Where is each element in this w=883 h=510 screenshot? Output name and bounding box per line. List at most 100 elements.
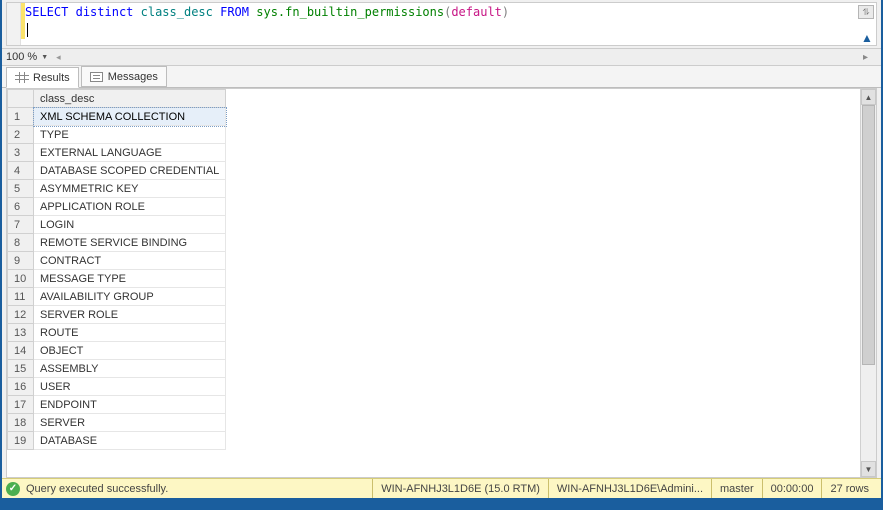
results-panel: class_desc 1XML SCHEMA COLLECTION2TYPE3E… — [6, 88, 877, 478]
cell-class-desc[interactable]: XML SCHEMA COLLECTION — [34, 108, 226, 126]
row-number[interactable]: 2 — [8, 126, 34, 144]
cell-class-desc[interactable]: SERVER ROLE — [34, 306, 226, 324]
table-row[interactable]: 13ROUTE — [8, 324, 226, 342]
table-row[interactable]: 2TYPE — [8, 126, 226, 144]
cell-class-desc[interactable]: ASSEMBLY — [34, 360, 226, 378]
table-row[interactable]: 9CONTRACT — [8, 252, 226, 270]
status-login: WIN-AFNHJ3L1D6E\Admini... — [548, 479, 711, 499]
vertical-scrollbar[interactable]: ▲ ▼ — [860, 89, 876, 477]
row-number[interactable]: 19 — [8, 432, 34, 450]
kw-distinct: distinct — [76, 5, 134, 19]
table-row[interactable]: 8REMOTE SERVICE BINDING — [8, 234, 226, 252]
table-row[interactable]: 11AVAILABILITY GROUP — [8, 288, 226, 306]
change-marker — [21, 3, 25, 39]
zoom-bar: 100 % ▼ ◂ ▸ — [2, 48, 881, 66]
success-icon: ✓ — [6, 482, 20, 496]
cell-class-desc[interactable]: ASYMMETRIC KEY — [34, 180, 226, 198]
table-row[interactable]: 10MESSAGE TYPE — [8, 270, 226, 288]
table-row[interactable]: 1XML SCHEMA COLLECTION — [8, 108, 226, 126]
kw-default: default — [451, 5, 502, 19]
zoom-value: 100 % — [6, 51, 37, 63]
tab-results-label: Results — [33, 72, 70, 84]
tab-messages-label: Messages — [108, 71, 158, 83]
table-row[interactable]: 15ASSEMBLY — [8, 360, 226, 378]
row-number[interactable]: 16 — [8, 378, 34, 396]
table-row[interactable]: 5ASYMMETRIC KEY — [8, 180, 226, 198]
status-rows: 27 rows — [821, 479, 877, 499]
cell-class-desc[interactable]: SERVER — [34, 414, 226, 432]
cell-class-desc[interactable]: USER — [34, 378, 226, 396]
row-number[interactable]: 17 — [8, 396, 34, 414]
table-row[interactable]: 14OBJECT — [8, 342, 226, 360]
results-grid[interactable]: class_desc 1XML SCHEMA COLLECTION2TYPE3E… — [7, 89, 226, 450]
fn-name: sys.fn_builtin_permissions — [256, 5, 444, 19]
row-number[interactable]: 8 — [8, 234, 34, 252]
row-number[interactable]: 11 — [8, 288, 34, 306]
row-number[interactable]: 3 — [8, 144, 34, 162]
row-number[interactable]: 4 — [8, 162, 34, 180]
row-number[interactable]: 15 — [8, 360, 34, 378]
table-row[interactable]: 6APPLICATION ROLE — [8, 198, 226, 216]
row-number[interactable]: 6 — [8, 198, 34, 216]
table-row[interactable]: 19DATABASE — [8, 432, 226, 450]
nav-arrows-icon[interactable]: ▲ — [860, 31, 874, 45]
cell-class-desc[interactable]: CONTRACT — [34, 252, 226, 270]
cell-class-desc[interactable]: MESSAGE TYPE — [34, 270, 226, 288]
grid-corner[interactable] — [8, 90, 34, 108]
cell-class-desc[interactable]: ENDPOINT — [34, 396, 226, 414]
split-button[interactable]: ⥮ — [858, 5, 874, 19]
hscroll-right-icon[interactable]: ▸ — [863, 52, 875, 64]
result-tabs: Results Messages — [2, 66, 881, 88]
scroll-down-button[interactable]: ▼ — [861, 461, 876, 477]
tab-results[interactable]: Results — [6, 67, 79, 88]
zoom-dropdown[interactable]: 100 % ▼ — [6, 51, 48, 63]
chevron-down-icon: ▼ — [41, 54, 48, 61]
kw-select: SELECT — [25, 5, 68, 19]
messages-icon — [90, 71, 104, 83]
cell-class-desc[interactable]: DATABASE SCOPED CREDENTIAL — [34, 162, 226, 180]
cell-class-desc[interactable]: ROUTE — [34, 324, 226, 342]
scroll-up-button[interactable]: ▲ — [861, 89, 876, 105]
split-icon: ⥮ — [863, 7, 870, 18]
cell-class-desc[interactable]: APPLICATION ROLE — [34, 198, 226, 216]
tab-messages[interactable]: Messages — [81, 66, 167, 87]
cell-class-desc[interactable]: REMOTE SERVICE BINDING — [34, 234, 226, 252]
status-message: Query executed successfully. — [26, 483, 168, 495]
sql-editor[interactable]: SELECT distinct class_desc FROM sys.fn_b… — [6, 2, 877, 46]
cell-class-desc[interactable]: EXTERNAL LANGUAGE — [34, 144, 226, 162]
grid-icon — [15, 72, 29, 84]
editor-line-1[interactable]: SELECT distinct class_desc FROM sys.fn_b… — [7, 3, 876, 21]
table-row[interactable]: 12SERVER ROLE — [8, 306, 226, 324]
row-number[interactable]: 9 — [8, 252, 34, 270]
status-database: master — [711, 479, 762, 499]
text-cursor — [27, 23, 28, 37]
row-number[interactable]: 7 — [8, 216, 34, 234]
cell-class-desc[interactable]: AVAILABILITY GROUP — [34, 288, 226, 306]
cell-class-desc[interactable]: LOGIN — [34, 216, 226, 234]
kw-from: FROM — [220, 5, 249, 19]
table-row[interactable]: 7LOGIN — [8, 216, 226, 234]
row-number[interactable]: 14 — [8, 342, 34, 360]
status-server: WIN-AFNHJ3L1D6E (15.0 RTM) — [372, 479, 548, 499]
cell-class-desc[interactable]: DATABASE — [34, 432, 226, 450]
row-number[interactable]: 5 — [8, 180, 34, 198]
scroll-thumb[interactable] — [862, 105, 875, 365]
table-row[interactable]: 4DATABASE SCOPED CREDENTIAL — [8, 162, 226, 180]
table-row[interactable]: 3EXTERNAL LANGUAGE — [8, 144, 226, 162]
table-row[interactable]: 17ENDPOINT — [8, 396, 226, 414]
col-name: class_desc — [141, 5, 213, 19]
row-number[interactable]: 12 — [8, 306, 34, 324]
editor-gutter — [7, 3, 21, 45]
row-number[interactable]: 18 — [8, 414, 34, 432]
status-bar: ✓ Query executed successfully. WIN-AFNHJ… — [2, 478, 881, 498]
hscroll-left-icon[interactable]: ◂ — [56, 52, 61, 63]
column-header-class-desc[interactable]: class_desc — [34, 90, 226, 108]
results-grid-wrap[interactable]: class_desc 1XML SCHEMA COLLECTION2TYPE3E… — [7, 89, 860, 477]
table-row[interactable]: 18SERVER — [8, 414, 226, 432]
cell-class-desc[interactable]: OBJECT — [34, 342, 226, 360]
row-number[interactable]: 10 — [8, 270, 34, 288]
table-row[interactable]: 16USER — [8, 378, 226, 396]
row-number[interactable]: 1 — [8, 108, 34, 126]
row-number[interactable]: 13 — [8, 324, 34, 342]
cell-class-desc[interactable]: TYPE — [34, 126, 226, 144]
